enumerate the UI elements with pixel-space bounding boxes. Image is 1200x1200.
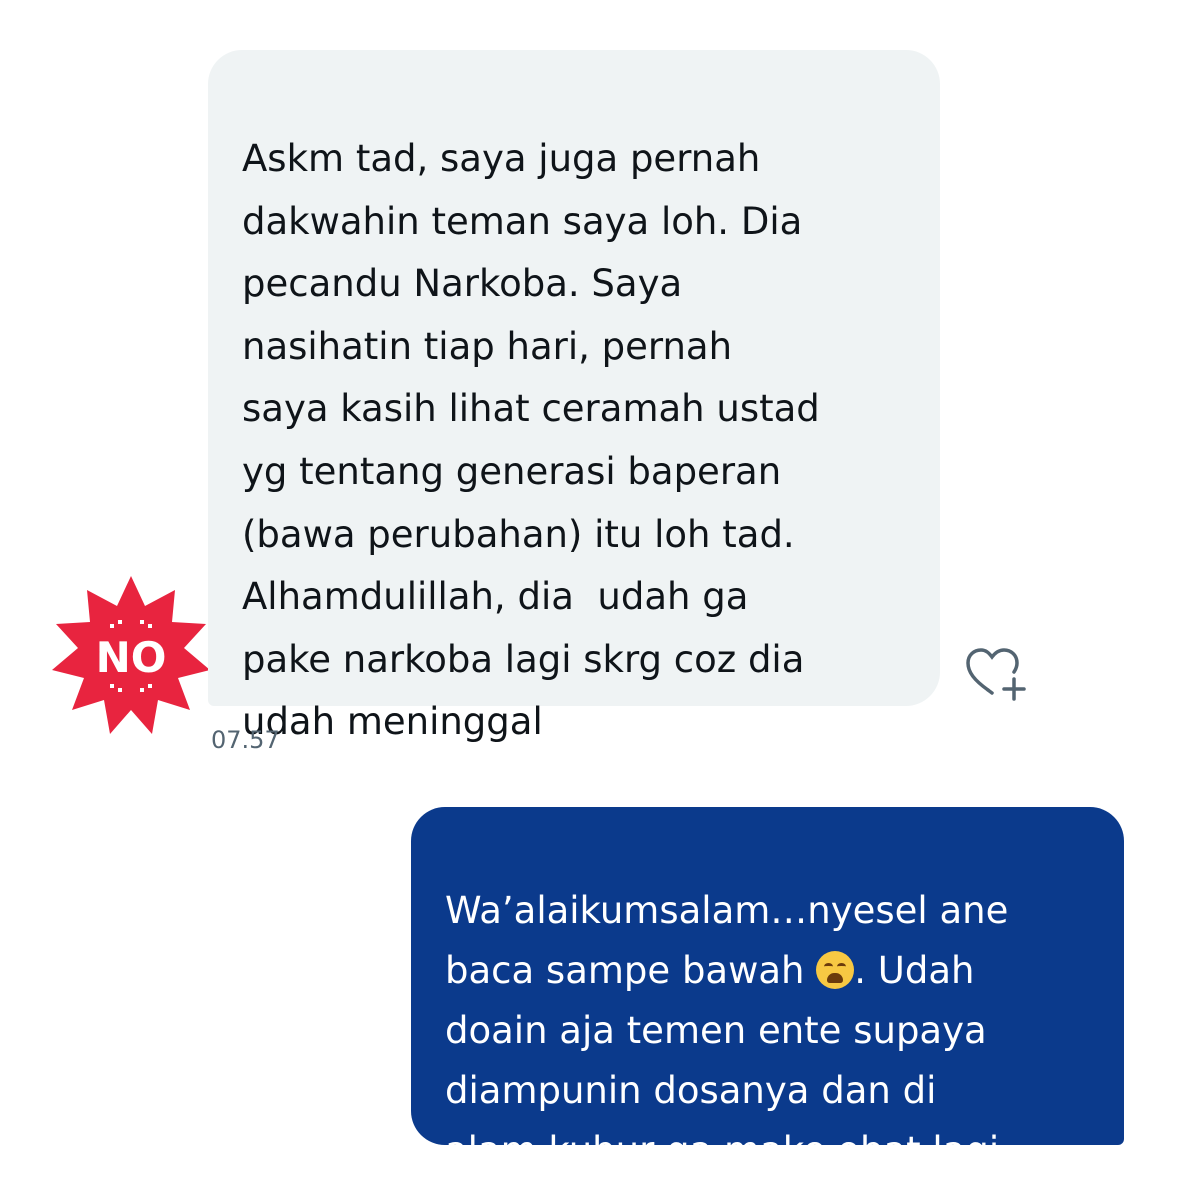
outgoing-message-text: Wa’alaikumsalam…nyesel ane baca sampe ba…	[445, 881, 1008, 1181]
incoming-message-bubble[interactable]: Askm tad, saya juga pernah dakwahin tema…	[208, 50, 940, 743]
message-timestamp: 07.57	[211, 726, 280, 754]
badge-label: NO	[96, 633, 167, 682]
heart-plus-icon[interactable]	[964, 646, 1030, 702]
no-sticker-badge: NO	[52, 576, 210, 734]
outgoing-message-bubble[interactable]: Wa’alaikumsalam…nyesel ane baca sampe ba…	[411, 807, 1124, 1172]
incoming-message-text: Askm tad, saya juga pernah dakwahin tema…	[242, 137, 820, 744]
weary-face-emoji-icon	[816, 951, 855, 989]
